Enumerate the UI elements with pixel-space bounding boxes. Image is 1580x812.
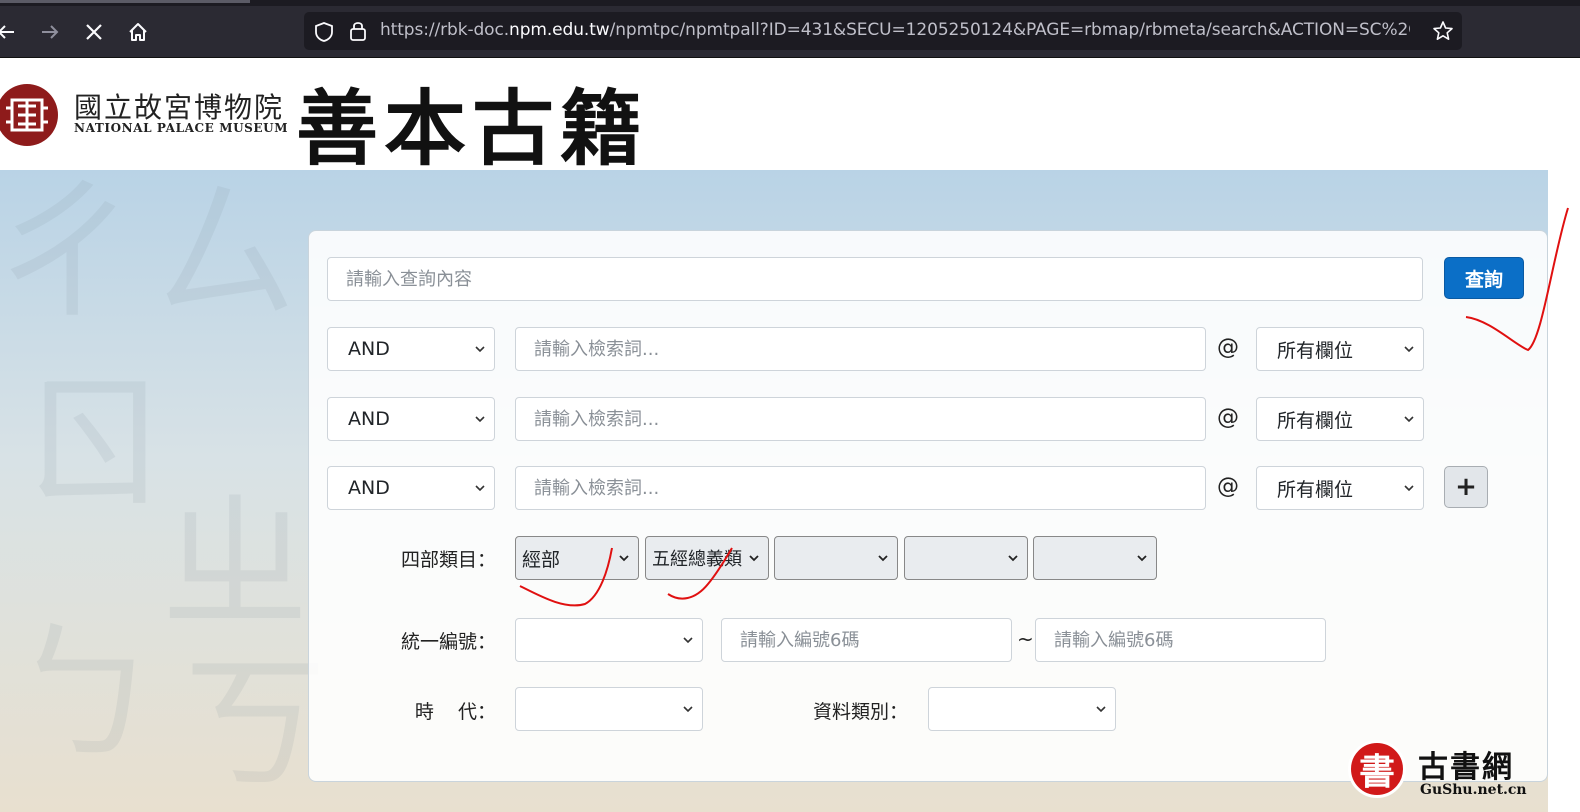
tab-strip [0,0,1580,6]
id-from-input[interactable] [721,618,1012,662]
field-value: 所有欄位 [1277,409,1354,432]
field-value: 所有欄位 [1277,478,1354,501]
id-to-input[interactable] [1035,618,1326,662]
category-select-5[interactable] [1033,536,1157,580]
id-to-text[interactable] [1052,628,1325,652]
watermark-site-cn: 古書網 [1418,750,1514,785]
id-label: 統一編號： [400,631,496,653]
chevron-down-icon [1404,485,1414,492]
at-symbol: @ [1217,474,1239,499]
search-term-text[interactable] [532,476,1205,500]
background-calligraphy: ㄔ [0,170,141,342]
boolean-operator-select-1[interactable]: AND [327,327,495,371]
watermark-site-en: GuShu.net.cn [1420,782,1527,798]
category-value: 經部 [522,548,561,571]
field-select-3[interactable]: 所有欄位 [1256,466,1424,510]
category-select-4[interactable] [904,536,1028,580]
background-calligraphy: ㄙ [150,170,301,342]
watermark-seal-icon: 書 [1348,740,1406,798]
forward-arrow-icon[interactable] [34,16,66,48]
chevron-down-icon [1404,416,1414,423]
museum-logo-icon[interactable] [0,84,58,146]
at-symbol: @ [1217,335,1239,360]
category-select-1[interactable]: 經部 [515,536,639,580]
url-prefix: https://rbk-doc. [380,20,510,40]
background-calligraphy: ㄓ [160,478,311,652]
site-title[interactable]: 善本古籍 [296,62,648,181]
chevron-down-icon [1404,346,1414,353]
search-term-input-2[interactable] [515,397,1206,441]
search-term-input-3[interactable] [515,466,1206,510]
category-select-2[interactable]: 五經總義類 [645,536,769,580]
chevron-down-icon [878,555,888,562]
boolean-operator-select-3[interactable]: AND [327,466,495,510]
search-term-input-1[interactable] [515,327,1206,371]
shield-icon[interactable] [314,21,334,48]
chevron-down-icon [683,706,693,713]
field-select-2[interactable]: 所有欄位 [1256,397,1424,441]
org-name-cn[interactable]: 國立故宮博物院 [74,86,284,126]
chevron-down-icon [475,346,485,353]
search-submit-button[interactable]: 查詢 [1444,257,1524,299]
era-select[interactable] [515,687,703,731]
main-search-text[interactable] [344,267,1422,291]
page-scroll-gutter [1548,58,1580,812]
category-select-3[interactable] [774,536,898,580]
operator-value: AND [348,408,390,430]
field-select-1[interactable]: 所有欄位 [1256,327,1424,371]
operator-value: AND [348,338,390,360]
url-host: npm.edu.tw [509,20,610,40]
search-term-text[interactable] [532,337,1205,361]
range-separator: ~ [1017,627,1034,651]
main-search-input[interactable] [327,257,1423,301]
site-header: 國立故宮博物院 NATIONAL PALACE MUSEUM 善本古籍 [0,58,1548,177]
org-name-en[interactable]: NATIONAL PALACE MUSEUM [74,121,288,135]
field-value: 所有欄位 [1277,339,1354,362]
chevron-down-icon [475,485,485,492]
operator-value: AND [348,477,390,499]
search-term-text[interactable] [532,407,1205,431]
stop-loading-icon[interactable] [78,16,110,48]
browser-toolbar: https://rbk-doc.npm.edu.tw/npmtpc/npmtpa… [0,0,1580,58]
category-label: 四部類目： [400,549,496,571]
bookmark-star-icon[interactable] [1432,20,1454,47]
chevron-down-icon [1137,555,1147,562]
background-calligraphy: ㄅ [10,608,161,782]
boolean-operator-select-2[interactable]: AND [327,397,495,441]
background-calligraphy: ㄖ [20,358,171,532]
data-type-select[interactable] [928,687,1116,731]
chevron-down-icon [475,416,485,423]
chevron-down-icon [1008,555,1018,562]
address-bar[interactable]: https://rbk-doc.npm.edu.tw/npmtpc/npmtpa… [304,12,1462,50]
era-label: 時 代： [414,701,496,723]
at-symbol: @ [1217,405,1239,430]
chevron-down-icon [619,555,629,562]
url-text[interactable]: https://rbk-doc.npm.edu.tw/npmtpc/npmtpa… [380,20,1410,40]
home-icon[interactable] [122,16,154,48]
id-prefix-select[interactable] [515,618,703,662]
lock-icon[interactable] [348,20,368,47]
chevron-down-icon [1096,706,1106,713]
chevron-down-icon [683,637,693,644]
data-type-label: 資料類別： [812,701,908,723]
category-value: 五經總義類 [652,549,742,570]
id-from-text[interactable] [738,628,1011,652]
url-suffix: /npmtpc/npmtpall?ID=431&SECU=1205250124&… [609,20,1410,40]
chevron-down-icon [749,555,759,562]
back-arrow-icon[interactable] [0,16,22,48]
active-tab-indicator [0,0,250,3]
add-row-button[interactable]: + [1444,466,1488,508]
